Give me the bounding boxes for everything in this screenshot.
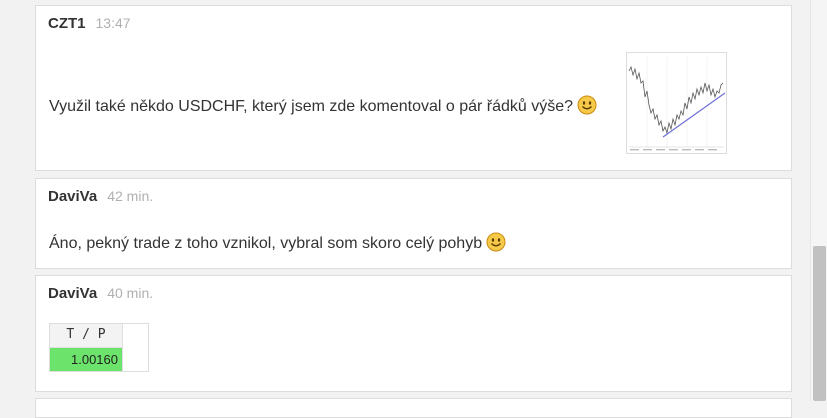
price-chart-image <box>628 57 726 151</box>
post-time: 13:47 <box>95 15 131 31</box>
comment-feed: CZT1 13:47 Využil také někdo USDCHF, kter… <box>0 0 810 418</box>
scrollbar-thumb[interactable] <box>813 246 826 401</box>
author-name[interactable]: CZT1 <box>48 15 86 32</box>
comment-post: CZT1 13:47 Využil také někdo USDCHF, kter… <box>35 5 792 171</box>
post-header: CZT1 13:47 <box>48 15 131 33</box>
comment-post: DaviVa 40 min. T / P 1.00160 <box>35 275 792 392</box>
smiley-icon <box>577 95 597 115</box>
smiley-icon <box>486 232 506 252</box>
comment-post: DaviVa 42 min. Áno, pekný trade z toho vz… <box>35 178 792 269</box>
comment-post <box>35 398 792 418</box>
post-time: 40 min. <box>107 285 154 301</box>
scrollbar[interactable] <box>810 0 827 401</box>
post-text-content: Áno, pekný trade z toho vznikol, vybral … <box>49 235 483 252</box>
post-header: DaviVa 42 min. <box>48 188 153 206</box>
author-name[interactable]: DaviVa <box>48 285 97 302</box>
post-time: 42 min. <box>107 188 154 204</box>
post-text: Využil také někdo USDCHF, který jsem zde… <box>49 95 597 116</box>
tp-value: 1.00160 <box>50 348 123 371</box>
tp-header: T / P <box>50 324 123 348</box>
take-profit-table-image[interactable]: T / P 1.00160 <box>49 323 149 372</box>
post-text: Áno, pekný trade z toho vznikol, vybral … <box>49 232 506 253</box>
post-header: DaviVa 40 min. <box>48 285 153 303</box>
author-name[interactable]: DaviVa <box>48 188 97 205</box>
chart-image-thumbnail[interactable] <box>626 52 727 154</box>
post-text-content: Využil také někdo USDCHF, který jsem zde… <box>49 98 574 115</box>
